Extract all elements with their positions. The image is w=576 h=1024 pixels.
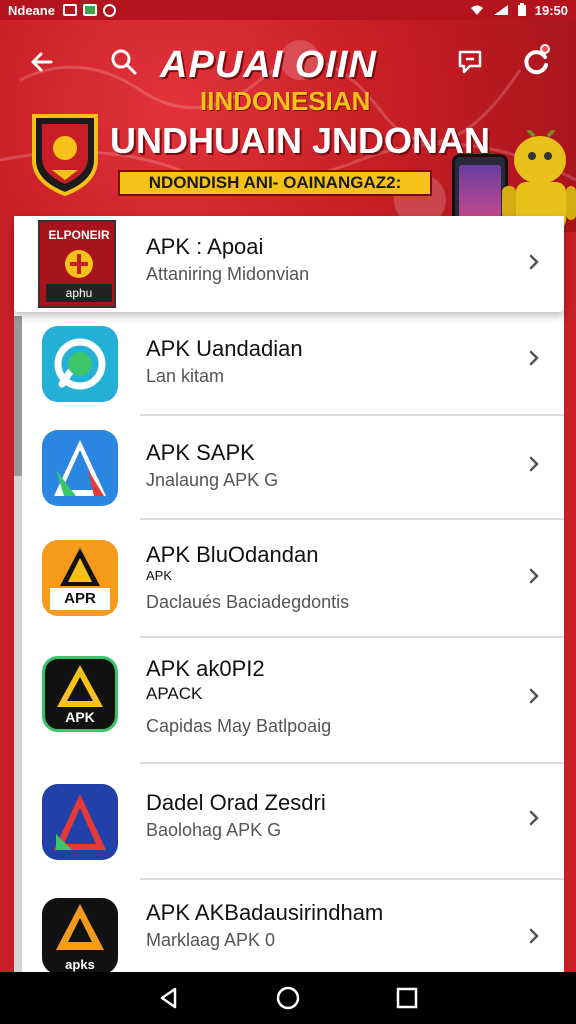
back-button[interactable]	[22, 42, 62, 82]
triangle-app-icon	[42, 430, 118, 506]
featured-app-row[interactable]: ELPONEIR aphu APK : Apoai Attaniring Mid…	[14, 216, 564, 312]
square-recents-icon	[396, 987, 417, 1009]
header-banner: APUAI OIIN IINDONESIAN UNDHUAIN JNDONAN …	[0, 20, 576, 232]
triangle-back-icon	[161, 987, 177, 1009]
system-nav-bar	[0, 972, 576, 1024]
brand-title: APUAI OIIN	[160, 44, 377, 86]
app-name: APK : Apoai	[146, 234, 264, 259]
badge-icon	[65, 250, 93, 278]
chevron-right-icon	[529, 568, 539, 584]
app-name: APK SAPK	[146, 440, 255, 465]
app-description: Marklaag APK 0	[146, 930, 276, 950]
icon-caption: APR	[50, 588, 110, 610]
blue-red-app-icon	[42, 784, 118, 860]
apr-app-icon: APR	[42, 540, 118, 616]
app-description: Capidas May Batlpoaig	[146, 716, 332, 736]
chat-bubble-app-icon	[42, 326, 118, 402]
app-description: Daclaués Baciadegdontis	[146, 592, 350, 612]
clock: 19:50	[534, 2, 568, 18]
app-description: Lan kitam	[146, 366, 225, 386]
app-list-item[interactable]: Dadel Orad Zesdri Baolohag APK G	[14, 764, 564, 880]
app-tag: APK	[146, 568, 173, 583]
banner-ribbon: NDONDISH ANI- OAINANGAZ2:	[118, 170, 432, 196]
carrier-label: Ndeane	[8, 2, 55, 18]
chevron-right-icon	[529, 810, 539, 826]
message-icon	[458, 50, 482, 74]
app-list-item[interactable]: APK Uandadian Lan kitam	[14, 316, 564, 416]
chevron-right-icon	[529, 928, 539, 944]
chevron-right-icon	[529, 688, 539, 704]
search-button[interactable]	[104, 42, 144, 82]
app-name: APK AKBadausirindham	[146, 900, 384, 925]
image-notification-icon	[62, 3, 77, 16]
status-notification-icons	[62, 3, 116, 17]
circle-home-icon	[276, 986, 300, 1010]
app-name: APK BluOdandan	[146, 542, 319, 567]
arrow-left-icon	[31, 52, 53, 72]
app-description: Jnalaung APK G	[146, 470, 279, 490]
app-list-item[interactable]: APK SAPK Jnalaung APK G	[14, 416, 564, 520]
search-icon	[111, 49, 137, 75]
notification-dot	[540, 44, 550, 54]
app-description: Attaniring Midonvian	[146, 264, 310, 284]
apk-black-app-icon: APK	[42, 656, 118, 732]
icon-caption: APK	[65, 709, 95, 725]
featured-icon-label-bottom: aphu	[46, 284, 112, 302]
signal-icon	[493, 5, 508, 15]
app-description: Baolohag APK G	[146, 820, 282, 840]
chevron-right-icon	[529, 254, 539, 270]
feedback-button[interactable]	[450, 42, 490, 82]
nav-back-button[interactable]	[147, 976, 191, 1020]
app-list-item[interactable]: APR APK BluOdandan APK Daclaués Baciadeg…	[14, 520, 564, 638]
wifi-icon	[470, 5, 483, 15]
app-name: APK Uandadian	[146, 336, 303, 361]
app-list-item[interactable]: apks APK AKBadausirindham Marklaag APK 0	[14, 880, 564, 972]
app-notification-icon	[82, 3, 97, 16]
app-tag: APACK	[146, 684, 203, 703]
brand-subtitle: IINDONESIAN	[200, 86, 371, 116]
app-list-item[interactable]: APK APK ak0PI2 APACK Capidas May Batlpoa…	[14, 638, 564, 764]
battery-icon	[517, 3, 526, 16]
apks-app-icon: apks	[42, 898, 118, 972]
refresh-button[interactable]	[516, 42, 556, 82]
settings-notification-icon	[102, 3, 116, 17]
chevron-right-icon	[529, 350, 539, 366]
status-bar: Ndeane 19:50	[0, 0, 576, 20]
app-name: Dadel Orad Zesdri	[146, 790, 326, 815]
app-name: APK ak0PI2	[146, 656, 265, 681]
icon-caption: apks	[65, 957, 95, 972]
featured-icon-label-top: ELPONEIR	[48, 228, 110, 242]
banner-heading: UNDHUAIN JNDONAN	[110, 120, 491, 161]
nav-home-button[interactable]	[266, 976, 310, 1020]
featured-app-icon: ELPONEIR aphu	[38, 220, 116, 308]
nav-recents-button[interactable]	[385, 976, 429, 1020]
chevron-right-icon	[529, 456, 539, 472]
emblem-shield-icon	[32, 114, 98, 196]
